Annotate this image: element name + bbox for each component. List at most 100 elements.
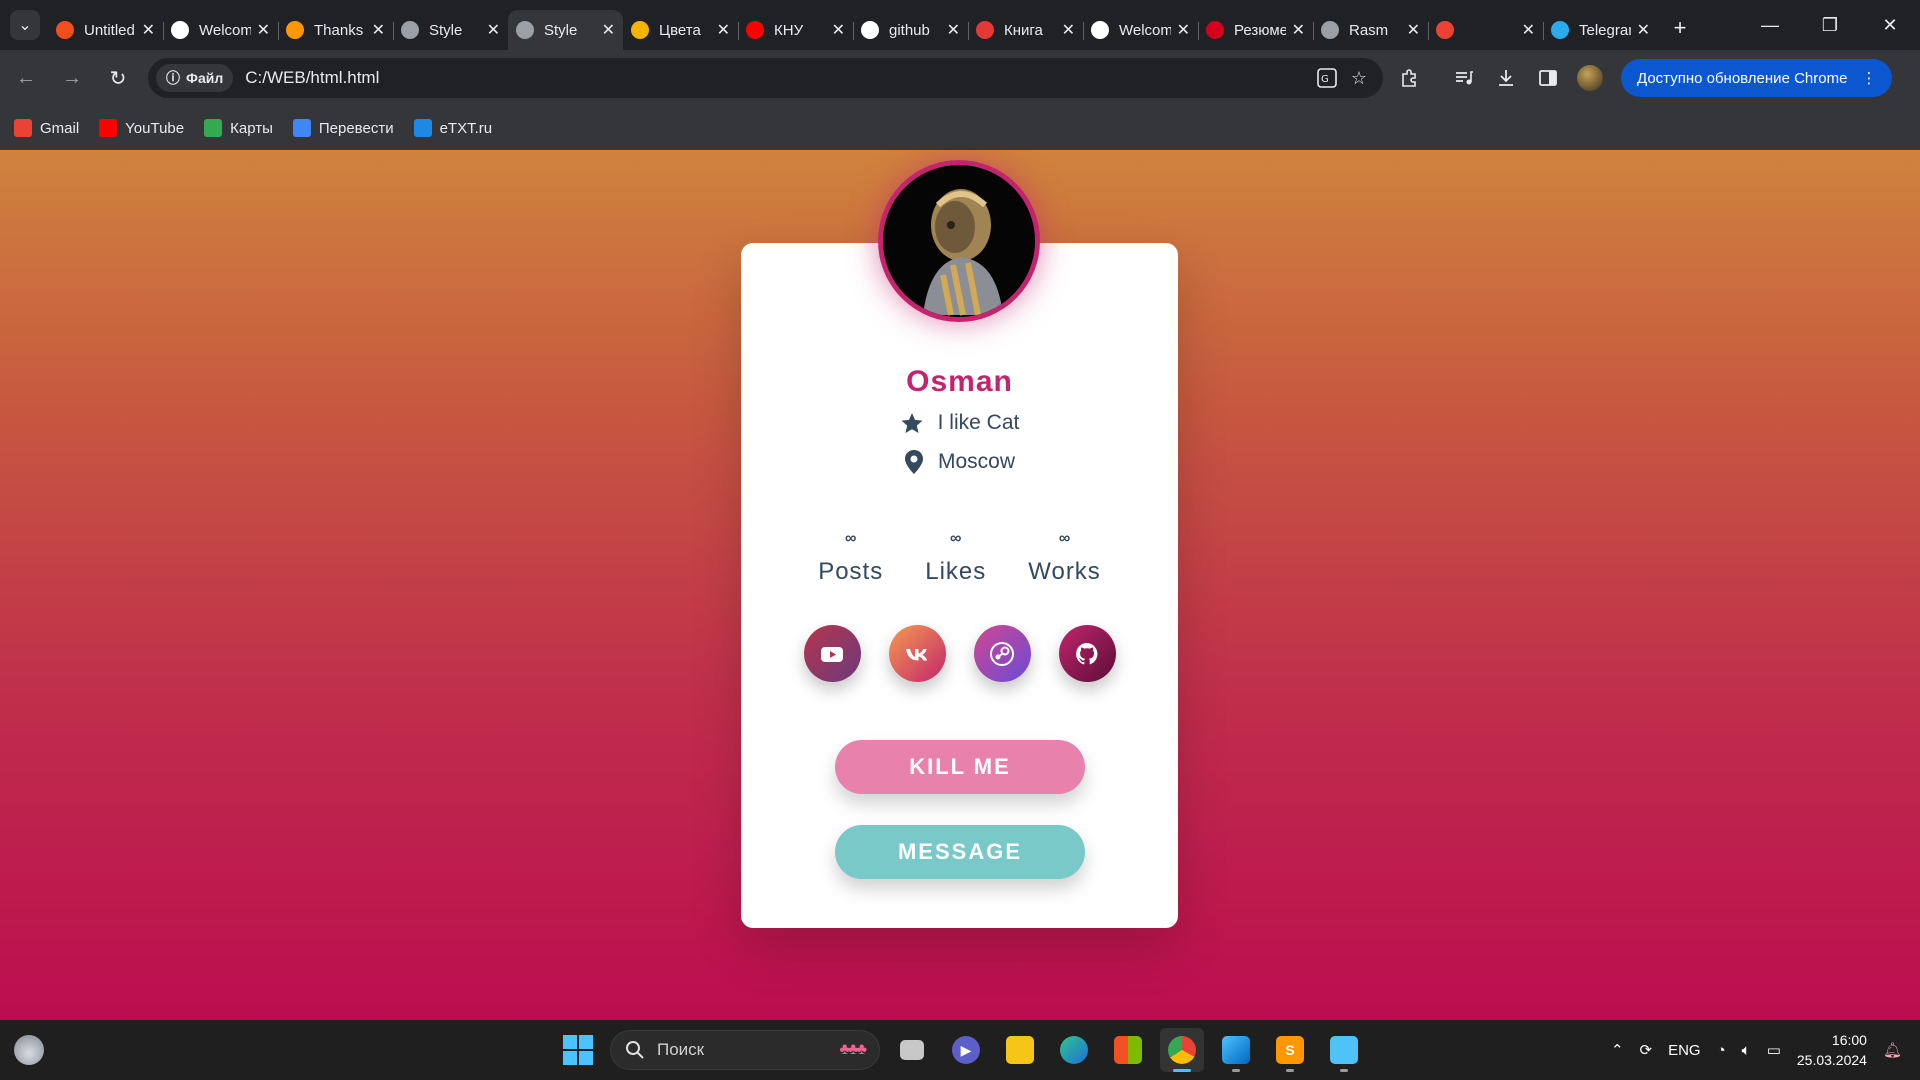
restore-button[interactable]: ❐ bbox=[1800, 0, 1860, 50]
globe-icon bbox=[401, 21, 419, 39]
close-tab-icon[interactable]: ✕ bbox=[947, 20, 960, 40]
close-tab-icon[interactable]: ✕ bbox=[1522, 20, 1535, 40]
bookmark-item[interactable]: Перевести bbox=[292, 119, 394, 137]
close-tab-icon[interactable]: ✕ bbox=[602, 20, 615, 40]
star-icon bbox=[901, 413, 923, 433]
bookmark-item[interactable]: YouTube bbox=[99, 119, 184, 137]
profile-avatar[interactable] bbox=[1577, 65, 1603, 91]
bookmark-label: eTXT.ru bbox=[439, 119, 493, 137]
tab[interactable]: Резюме ✕ bbox=[1198, 10, 1313, 50]
youtube-icon bbox=[746, 21, 764, 39]
close-tab-icon[interactable]: ✕ bbox=[257, 20, 270, 40]
chrome-update-button[interactable]: Доступно обновление Chrome ⋮ bbox=[1621, 59, 1893, 97]
windows-logo-tile bbox=[563, 1051, 577, 1065]
stat-likes: ∞ Likes bbox=[925, 530, 986, 586]
profile-avatar-image bbox=[878, 160, 1040, 322]
site-info-chip[interactable]: ⓘ Файл bbox=[156, 64, 234, 92]
notification-bell-icon[interactable]: 🔔︎ bbox=[1883, 1041, 1902, 1059]
meet-app[interactable]: ▶ bbox=[944, 1028, 988, 1072]
kill-me-button[interactable]: KILL ME bbox=[835, 740, 1085, 794]
tab[interactable]: Welcome ✕ bbox=[1083, 10, 1198, 50]
tab[interactable]: Thanks ✕ bbox=[278, 10, 393, 50]
language-indicator[interactable]: ENG bbox=[1668, 1042, 1701, 1059]
download-icon[interactable] bbox=[1485, 58, 1527, 98]
close-tab-icon[interactable]: ✕ bbox=[1637, 20, 1650, 40]
tab[interactable]: Книга ✕ bbox=[968, 10, 1083, 50]
back-button[interactable]: ← bbox=[6, 58, 46, 98]
close-window-button[interactable]: ✕ bbox=[1860, 0, 1920, 50]
close-tab-icon[interactable]: ✕ bbox=[1062, 20, 1075, 40]
task-view-button[interactable] bbox=[890, 1028, 934, 1072]
tab-search-button[interactable]: ⌄ bbox=[10, 10, 40, 40]
bookmark-item[interactable]: eTXT.ru bbox=[413, 119, 493, 137]
volume-icon[interactable]: 🔈︎ bbox=[1742, 1042, 1751, 1059]
folder-icon bbox=[1006, 1036, 1034, 1064]
close-tab-icon[interactable]: ✕ bbox=[487, 20, 500, 40]
github-link[interactable] bbox=[1058, 625, 1116, 682]
maps-icon bbox=[204, 119, 223, 137]
chevron-up-icon[interactable]: ⌃ bbox=[1611, 1041, 1624, 1059]
close-tab-icon[interactable]: ✕ bbox=[1177, 20, 1190, 40]
tab[interactable]: Style ✕ bbox=[508, 10, 623, 50]
steam-link[interactable] bbox=[973, 625, 1031, 682]
close-tab-icon[interactable]: ✕ bbox=[717, 20, 730, 40]
clock[interactable]: 16:00 25.03.2024 bbox=[1797, 1030, 1867, 1070]
close-tab-icon[interactable]: ✕ bbox=[832, 20, 845, 40]
store-app[interactable] bbox=[1106, 1028, 1150, 1072]
taskbar-search[interactable]: Поиск ♣♣♣ bbox=[610, 1030, 880, 1070]
youtube-link[interactable] bbox=[803, 625, 861, 682]
tab[interactable]: Untitled ✕ bbox=[48, 10, 163, 50]
wifi-icon[interactable]: ◔ bbox=[1717, 1042, 1726, 1059]
vk-link[interactable] bbox=[888, 625, 946, 682]
bookmark-label: Карты bbox=[230, 119, 273, 137]
tab[interactable]: Welcome ✕ bbox=[163, 10, 278, 50]
social-links bbox=[741, 625, 1178, 682]
open-indicator bbox=[1340, 1069, 1348, 1072]
edge-app[interactable] bbox=[1052, 1028, 1096, 1072]
file-explorer-app[interactable] bbox=[998, 1028, 1042, 1072]
reload-button[interactable]: ↻ bbox=[98, 58, 138, 98]
side-panel-icon[interactable] bbox=[1527, 58, 1569, 98]
url-text[interactable]: C:/WEB/html.html bbox=[245, 68, 1311, 88]
photos-app[interactable] bbox=[1214, 1028, 1258, 1072]
bookmark-item[interactable]: Gmail bbox=[14, 119, 79, 137]
address-bar[interactable]: ⓘ Файл C:/WEB/html.html G ☆ bbox=[148, 58, 1383, 98]
close-tab-icon[interactable]: ✕ bbox=[372, 20, 385, 40]
more-menu-icon[interactable]: ⋮ bbox=[1861, 69, 1876, 87]
close-tab-icon[interactable]: ✕ bbox=[1407, 20, 1420, 40]
battery-icon[interactable]: ▭ bbox=[1767, 1041, 1781, 1059]
tab[interactable]: github ✕ bbox=[853, 10, 968, 50]
tab[interactable]: Rasm ✕ bbox=[1313, 10, 1428, 50]
new-tab-button[interactable]: + bbox=[1666, 14, 1694, 42]
active-indicator bbox=[1173, 1069, 1191, 1072]
weather-icon[interactable] bbox=[14, 1035, 44, 1065]
tab[interactable]: Style ✕ bbox=[393, 10, 508, 50]
youtube-icon bbox=[821, 646, 843, 662]
tab[interactable]: Telegram ✕ bbox=[1543, 10, 1658, 50]
tulips-icon: ♣♣♣ bbox=[839, 1041, 867, 1058]
bookmark-item[interactable]: Карты bbox=[204, 119, 273, 137]
start-button[interactable] bbox=[556, 1028, 600, 1072]
tab-title: Untitled bbox=[84, 21, 135, 39]
chrome-app[interactable] bbox=[1160, 1028, 1204, 1072]
sync-icon[interactable]: ⟳ bbox=[1640, 1041, 1653, 1059]
close-tab-icon[interactable]: ✕ bbox=[1292, 20, 1305, 40]
media-control-icon[interactable] bbox=[1443, 58, 1485, 98]
page-viewport: Osman I like Cat Moscow ∞ Posts ∞ Likes … bbox=[0, 150, 1920, 1020]
message-button[interactable]: MESSAGE bbox=[835, 825, 1085, 879]
extensions-icon[interactable] bbox=[1389, 58, 1431, 98]
bookmark-star-icon[interactable]: ☆ bbox=[1343, 62, 1375, 94]
translate-icon[interactable]: G bbox=[1311, 62, 1343, 94]
minimize-button[interactable]: — bbox=[1740, 0, 1800, 50]
tab-title: Style bbox=[544, 21, 578, 39]
tab[interactable]: КНУ ✕ bbox=[738, 10, 853, 50]
tab[interactable]: ✕ bbox=[1428, 10, 1543, 50]
tab[interactable]: Цвета ✕ bbox=[623, 10, 738, 50]
stat-posts: ∞ Posts bbox=[818, 530, 883, 586]
notepad-app[interactable] bbox=[1322, 1028, 1366, 1072]
close-tab-icon[interactable]: ✕ bbox=[142, 20, 155, 40]
forward-button[interactable]: → bbox=[52, 58, 92, 98]
profile-name: Osman bbox=[906, 365, 1013, 398]
globe-icon bbox=[1321, 21, 1339, 39]
sublime-app[interactable]: S bbox=[1268, 1028, 1312, 1072]
